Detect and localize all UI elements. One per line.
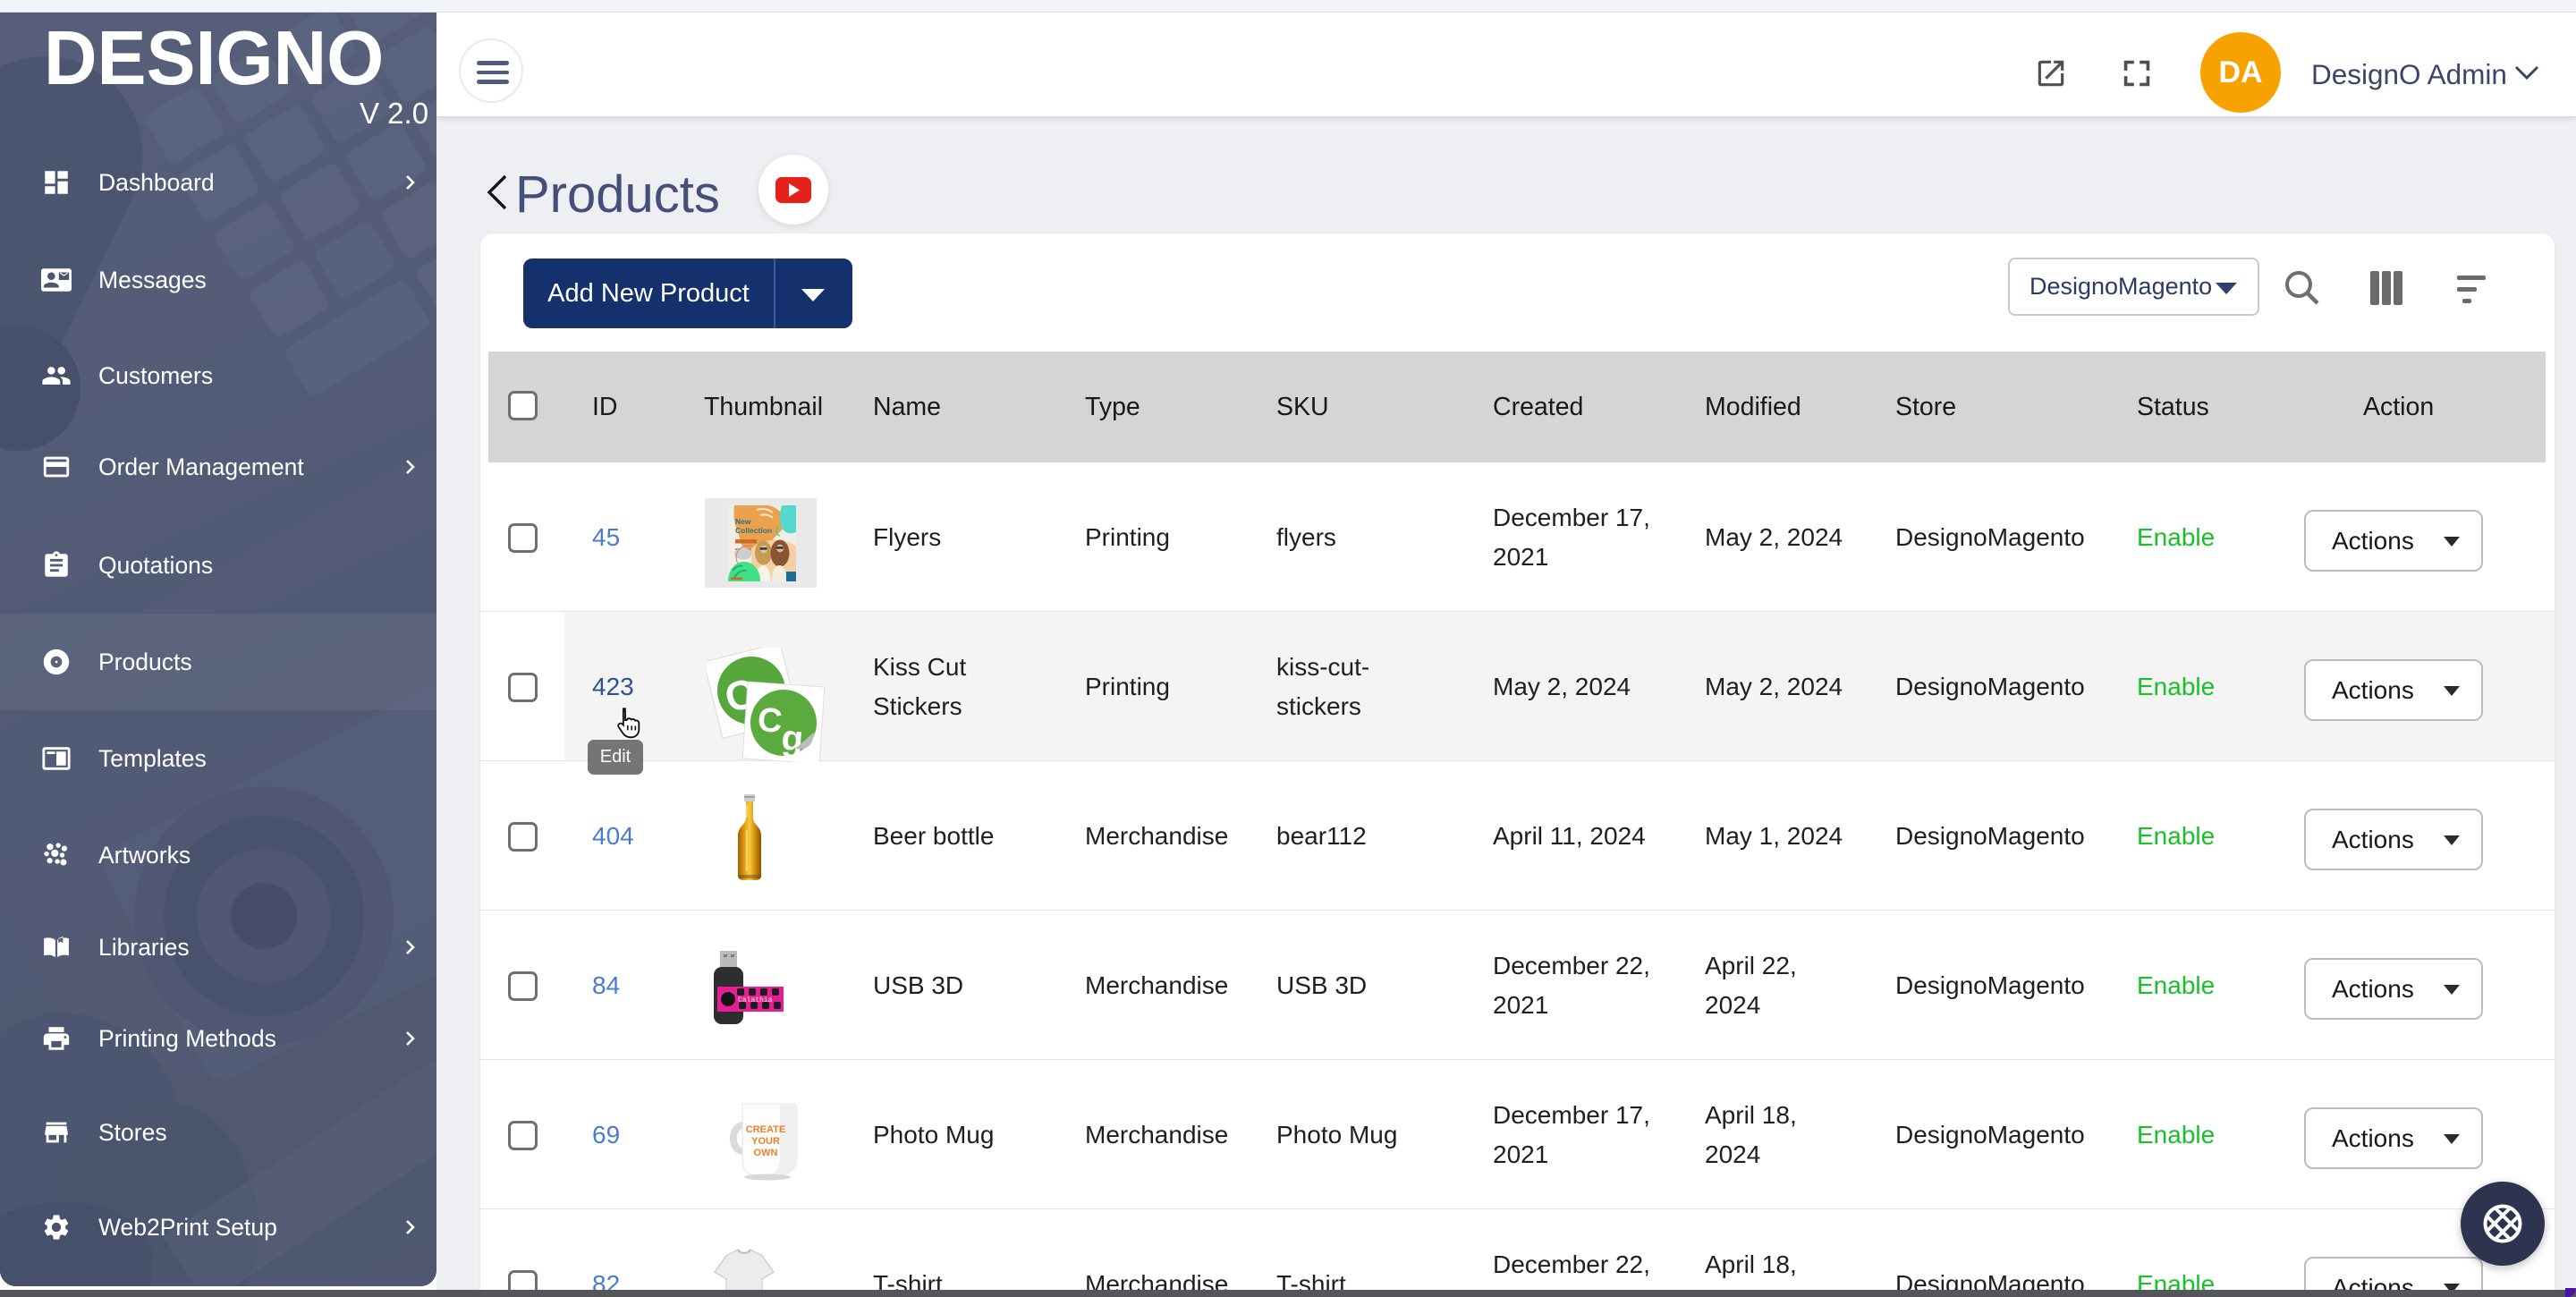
svg-text:OWN: OWN <box>754 1148 778 1158</box>
svg-text:CREATE: CREATE <box>746 1124 785 1135</box>
svg-text:New: New <box>735 517 751 526</box>
svg-text:g: g <box>780 718 804 759</box>
svg-text:Calathia: Calathia <box>738 996 773 1005</box>
svg-text:Collection: Collection <box>735 526 772 535</box>
svg-text:C: C <box>757 701 784 741</box>
svg-text:YOUR: YOUR <box>751 1136 780 1147</box>
